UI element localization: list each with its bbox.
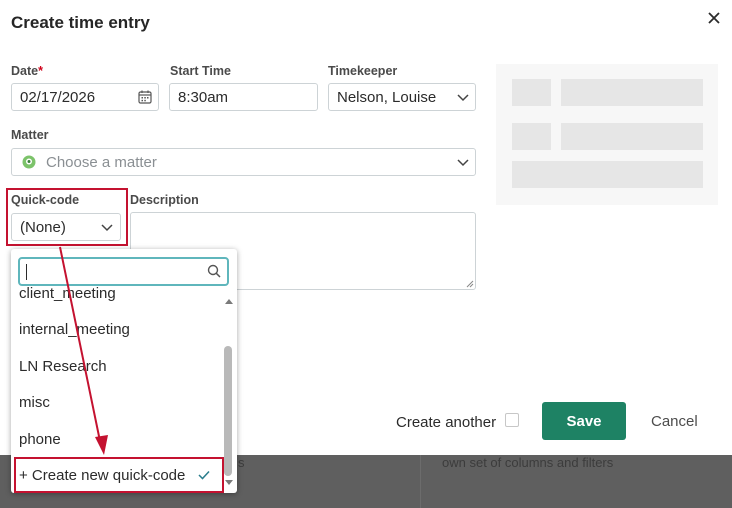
skeleton-block: [561, 79, 703, 106]
matter-select[interactable]: Choose a matter: [11, 148, 476, 176]
matter-icon: [22, 155, 36, 169]
close-button[interactable]: [704, 8, 724, 28]
skeleton-block: [512, 123, 551, 150]
quick-code-search-input[interactable]: [18, 257, 229, 286]
timekeeper-value: Nelson, Louise: [337, 89, 437, 106]
timekeeper-label: Timekeeper: [328, 64, 398, 78]
skeleton-block: [512, 161, 703, 188]
start-time-field[interactable]: 8:30am: [169, 83, 318, 111]
quick-code-highlight-box: [6, 188, 128, 246]
timekeeper-select[interactable]: Nelson, Louise: [328, 83, 476, 111]
quick-code-option[interactable]: misc: [19, 394, 50, 411]
required-marker: *: [38, 64, 43, 78]
scrollbar-thumb[interactable]: [224, 346, 232, 476]
date-label: Date*: [11, 64, 43, 78]
close-icon: [708, 12, 720, 24]
skeleton-block: [512, 79, 551, 106]
date-field[interactable]: 02/17/2026: [11, 83, 159, 111]
dialog-title: Create time entry: [11, 13, 150, 32]
calendar-icon[interactable]: [138, 90, 152, 104]
background-text-right: own set of columns and filters: [442, 455, 614, 470]
chevron-down-icon: [457, 159, 469, 167]
save-button[interactable]: Save: [542, 402, 626, 440]
date-value: 02/17/2026: [20, 89, 96, 106]
chevron-down-icon: [457, 94, 469, 102]
search-icon: [207, 264, 221, 278]
create-another-label: Create another: [396, 414, 497, 431]
background-text-left: s: [238, 455, 245, 470]
start-time-value: 8:30am: [178, 89, 229, 106]
skeleton-block: [561, 123, 703, 150]
create-new-highlight-box: [14, 457, 224, 493]
scroll-up-icon[interactable]: [224, 297, 234, 305]
quick-code-option[interactable]: client_meeting: [19, 285, 116, 302]
create-another-checkbox[interactable]: [505, 413, 519, 427]
scroll-down-icon[interactable]: [224, 479, 234, 487]
background-divider: [420, 455, 421, 508]
cancel-button[interactable]: Cancel: [651, 413, 698, 430]
text-cursor: [26, 264, 27, 280]
start-time-label: Start Time: [170, 64, 231, 78]
quick-code-option[interactable]: LN Research: [19, 358, 107, 375]
resize-handle-icon[interactable]: [466, 280, 474, 288]
loading-placeholder-panel: [496, 64, 718, 205]
matter-placeholder: Choose a matter: [46, 154, 157, 171]
quick-code-option[interactable]: phone: [19, 431, 61, 448]
matter-label: Matter: [11, 128, 49, 142]
quick-code-option[interactable]: internal_meeting: [19, 321, 130, 338]
description-label: Description: [130, 193, 199, 207]
